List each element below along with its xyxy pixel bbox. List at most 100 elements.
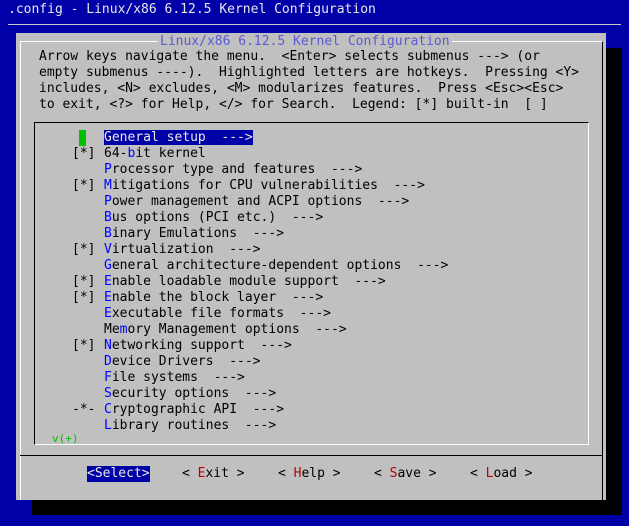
menu-item-hotkey: E: [104, 274, 112, 289]
button-save[interactable]: < Save >: [374, 466, 437, 482]
help-line-1: Arrow keys navigate the menu. <Enter> se…: [39, 49, 540, 64]
menu-item-label-prefix: Me: [104, 322, 120, 337]
menu-item[interactable]: Power management and ACPI options --->: [72, 194, 409, 210]
menu-item-hotkey: E: [104, 290, 112, 305]
menu-item-label: Memory Management options --->: [104, 322, 347, 337]
button-bracket-right: >: [228, 466, 245, 481]
menu-item-hotkey: D: [104, 354, 112, 369]
scroll-more-indicator: v(+): [52, 432, 79, 445]
menu-item-label: Cryptographic API --->: [104, 402, 284, 417]
menu-item-label: Binary Emulations --->: [104, 226, 284, 241]
menu-item[interactable]: Memory Management options --->: [72, 322, 347, 338]
menu-item-marker: [*]: [72, 338, 96, 353]
help-line-4: to exit, <?> for Help, </> for Search. L…: [39, 97, 548, 112]
help-line-3: includes, <N> excludes, <M> modularizes …: [39, 81, 564, 96]
menu-item-hotkey: G: [104, 258, 112, 273]
window-title: .config - Linux/x86 6.12.5 Kernel Config…: [8, 2, 376, 17]
menu-item-label: File systems --->: [104, 370, 245, 385]
button-label-rest: oad: [493, 466, 517, 481]
menu-item-label: General setup --->: [104, 130, 253, 145]
menu-item-label-rest: us options (PCI etc.) --->: [111, 210, 324, 225]
button-select[interactable]: <Select>: [87, 466, 150, 482]
menu-item-label-rest: nable loadable module support --->: [111, 274, 386, 289]
button-label-rest: elect: [102, 466, 142, 481]
menu-item[interactable]: Binary Emulations --->: [72, 226, 284, 242]
menu-item-label: Bus options (PCI etc.) --->: [104, 210, 323, 225]
menu-item[interactable]: [*] Virtualization --->: [72, 242, 261, 258]
menu-item-marker: [*]: [72, 242, 96, 257]
menu-item-label-rest: itigations for CPU vulnerabilities --->: [111, 178, 425, 193]
button-bracket-left: <: [87, 466, 95, 481]
menu-item-hotkey: B: [104, 226, 112, 241]
button-separator: [20, 455, 603, 456]
menu-item-label: Virtualization --->: [104, 242, 261, 257]
menu-item-label-rest: ryptographic API --->: [111, 402, 285, 417]
menu-item-marker: [*]: [72, 178, 96, 193]
menu-item-label: Enable the block layer --->: [104, 290, 323, 305]
text-cursor: [79, 130, 86, 146]
button-help[interactable]: < Help >: [278, 466, 341, 482]
button-bracket-left: <: [182, 466, 198, 481]
menu-item[interactable]: [*] Networking support --->: [72, 338, 292, 354]
menu-item-hotkey: B: [104, 210, 112, 225]
menu-item-label-rest: ibrary routines --->: [111, 418, 277, 433]
button-hotkey: S: [94, 466, 103, 481]
menu-item-label-rest: eneral architecture-dependent options --…: [111, 258, 449, 273]
config-dialog: Linux/x86 6.12.5 Kernel Configuration Ar…: [16, 33, 606, 500]
menu-item[interactable]: Device Drivers --->: [72, 354, 261, 370]
menu-item-marker: [*]: [72, 274, 96, 289]
menu-item[interactable]: General setup --->: [72, 130, 253, 146]
menu-item[interactable]: Bus options (PCI etc.) --->: [72, 210, 323, 226]
menu-item-hotkey: E: [104, 306, 112, 321]
menu-item-hotkey: P: [104, 194, 112, 209]
menu-item-hotkey: V: [104, 242, 112, 257]
menu-item-label: Processor type and features --->: [104, 162, 362, 177]
menu-item-label: Device Drivers --->: [104, 354, 261, 369]
dialog-title: Linux/x86 6.12.5 Kernel Configuration: [158, 34, 452, 50]
title-underline: [8, 24, 621, 25]
menu-item[interactable]: Security options --->: [72, 386, 276, 402]
help-line-2: empty submenus ----). Highlighted letter…: [39, 65, 580, 80]
menu-item[interactable]: Executable file formats --->: [72, 306, 331, 322]
menu-item-label-rest: xecutable file formats --->: [111, 306, 331, 321]
menu-item-hotkey: S: [104, 386, 112, 401]
menu-item-label-rest: it kernel: [135, 146, 206, 161]
menu-item-hotkey: C: [104, 402, 112, 417]
button-bracket-left: <: [470, 466, 486, 481]
button-load[interactable]: < Load >: [470, 466, 533, 482]
menu-item-label-rest: nable the block layer --->: [111, 290, 324, 305]
menu-item[interactable]: Processor type and features --->: [72, 162, 362, 178]
menu-item-label-rest: irtualization --->: [111, 242, 261, 257]
menu-item-label-rest: etworking support --->: [111, 338, 292, 353]
menu-item-label: Security options --->: [104, 386, 276, 401]
menu-item-label: Networking support --->: [104, 338, 292, 353]
menu-item-marker: [*]: [72, 290, 96, 305]
menu-item-marker: [*]: [72, 146, 96, 161]
menu-item[interactable]: [*] 64-bit kernel: [72, 146, 206, 162]
menu-item-hotkey: L: [104, 418, 112, 433]
menu-item-marker: -*-: [72, 402, 96, 417]
menu-item-label-rest: ower management and ACPI options --->: [111, 194, 410, 209]
menu-item-hotkey: G: [104, 130, 112, 145]
menu-item[interactable]: [*] Mitigations for CPU vulnerabilities -…: [72, 178, 425, 194]
menu-item-label-rest: inary Emulations --->: [111, 226, 285, 241]
menu-item[interactable]: [*] Enable the block layer --->: [72, 290, 323, 306]
menu-item[interactable]: File systems --->: [72, 370, 245, 386]
menu-item-label: 64-bit kernel: [104, 146, 206, 161]
button-bracket-left: <: [278, 466, 294, 481]
menu-item[interactable]: Library routines --->: [72, 418, 276, 434]
menu-item-hotkey: M: [104, 178, 112, 193]
menu-item[interactable]: General architecture-dependent options -…: [72, 258, 448, 274]
menu-item-label: Mitigations for CPU vulnerabilities --->: [104, 178, 425, 193]
menu-item[interactable]: [*] Enable loadable module support --->: [72, 274, 386, 290]
menu-item-label-prefix: 64-: [104, 146, 128, 161]
menu-item-label: Library routines --->: [104, 418, 276, 433]
button-bracket-right: >: [420, 466, 437, 481]
button-label-rest: ave: [397, 466, 421, 481]
button-bracket-right: >: [324, 466, 341, 481]
menu-item-hotkey: P: [104, 162, 112, 177]
menu-item-label-rest: ile systems --->: [111, 370, 245, 385]
menu-item[interactable]: -*- Cryptographic API --->: [72, 402, 284, 418]
menu-item-label-rest: ecurity options --->: [111, 386, 277, 401]
button-exit[interactable]: < Exit >: [182, 466, 245, 482]
